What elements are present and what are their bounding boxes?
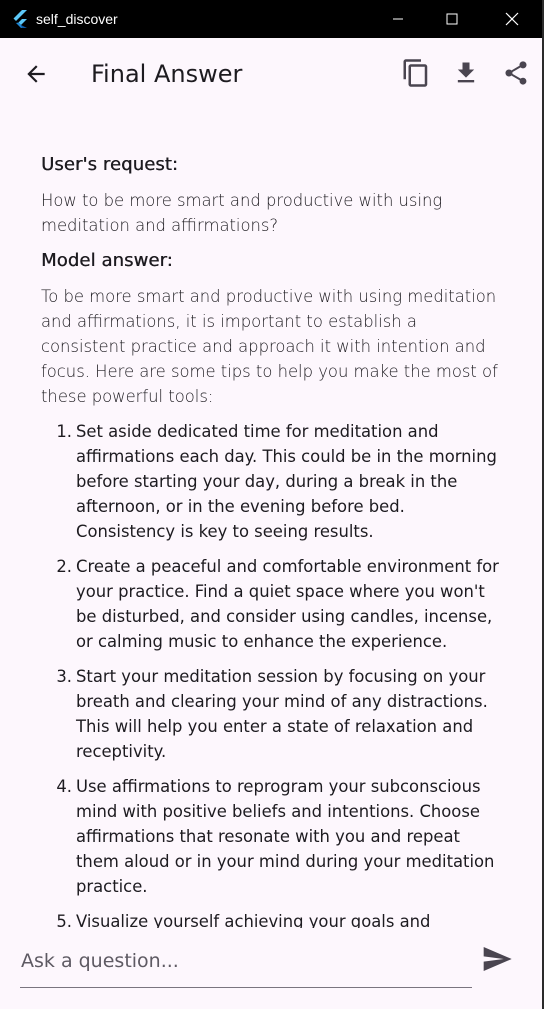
list-item-text: Start your meditation session by focusin…	[76, 667, 488, 761]
answer-intro: To be more smart and productive with usi…	[41, 287, 498, 406]
minimize-button[interactable]	[375, 0, 421, 38]
send-button[interactable]	[478, 940, 516, 978]
copy-icon	[403, 59, 428, 87]
maximize-icon	[446, 13, 458, 25]
arrow-back-icon	[27, 65, 45, 83]
list-item: 5. Visualize yourself achieving your goa…	[41, 909, 502, 928]
list-item-text: Set aside dedicated time for meditation …	[76, 422, 497, 541]
list-item-number: 4.	[56, 777, 72, 796]
question-input-field[interactable]	[20, 938, 472, 988]
list-item-number: 5.	[56, 912, 72, 928]
copy-button[interactable]	[398, 55, 434, 91]
list-item: 4. Use affirmations to reprogram your su…	[41, 774, 502, 899]
list-item-text: Visualize yourself achieving your goals …	[76, 912, 431, 928]
page-title: Final Answer	[91, 60, 243, 88]
app-bar: Final Answer	[0, 38, 542, 110]
answer-list: 1. Set aside dedicated time for meditati…	[41, 419, 502, 928]
send-icon	[483, 947, 512, 971]
app-window: self_discover Final Answer User's reques…	[0, 0, 544, 1009]
answer-heading: Model answer:	[41, 250, 173, 271]
request-text: How to be more smart and productive with…	[41, 191, 443, 235]
share-button[interactable]	[498, 55, 534, 91]
question-input[interactable]	[21, 946, 461, 976]
back-button[interactable]	[18, 56, 54, 92]
flutter-logo-icon	[10, 8, 32, 30]
list-item: 3. Start your meditation session by focu…	[41, 664, 502, 764]
close-button[interactable]	[489, 0, 535, 38]
list-item-number: 3.	[56, 667, 72, 686]
list-item: 1. Set aside dedicated time for meditati…	[41, 419, 502, 544]
maximize-button[interactable]	[429, 0, 475, 38]
list-item: 2. Create a peaceful and comfortable env…	[41, 554, 502, 654]
minimize-icon	[393, 18, 403, 20]
answer-content[interactable]: User's request: How to be more smart and…	[0, 140, 542, 928]
download-button[interactable]	[448, 55, 484, 91]
list-item-number: 2.	[56, 557, 72, 576]
request-heading: User's request:	[41, 154, 179, 175]
close-icon	[505, 12, 519, 26]
share-icon	[505, 61, 527, 85]
window-titlebar[interactable]: self_discover	[0, 0, 542, 38]
list-item-number: 1.	[56, 422, 72, 441]
download-icon	[457, 62, 475, 83]
list-item-text: Create a peaceful and comfortable enviro…	[76, 557, 499, 651]
window-title: self_discover	[36, 11, 118, 27]
list-item-text: Use affirmations to reprogram your subco…	[76, 777, 495, 896]
